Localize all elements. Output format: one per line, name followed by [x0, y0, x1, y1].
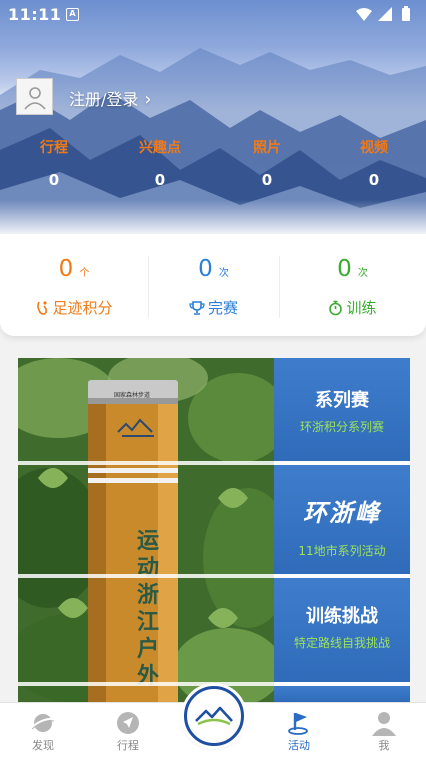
summary-caption: 完赛	[148, 297, 279, 318]
divider	[18, 574, 410, 578]
activity-panel: 运动浙江 户外 国家森林步道 系列赛 环浙积分系列赛 环浙峰 11地市系列活动 …	[18, 358, 410, 702]
user-placeholder-icon	[23, 86, 46, 110]
tile-title: 系列赛	[315, 390, 369, 411]
tile-more[interactable]	[274, 686, 410, 702]
stat-label: 照片	[253, 140, 281, 156]
activity-tiles: 系列赛 环浙积分系列赛 环浙峰 11地市系列活动 训练挑战 特定路线自我挑战	[274, 358, 410, 702]
tile-subtitle: 11地市系列活动	[298, 544, 386, 558]
signal-icon	[378, 7, 392, 21]
summary-training[interactable]: 0次 训练	[279, 234, 426, 336]
notification-icon: A	[66, 8, 79, 21]
profile-stats: 行程 0 兴趣点 0 照片 0 视频 0	[0, 137, 426, 197]
planet-icon	[31, 714, 55, 732]
system-icons	[354, 6, 418, 26]
wifi-icon	[356, 8, 372, 21]
user-icon	[372, 712, 396, 736]
stat-value: 0	[261, 171, 273, 189]
summary-value: 0次	[198, 256, 229, 282]
stat-value: 0	[48, 171, 60, 189]
stat-videos[interactable]: 视频 0	[334, 137, 414, 189]
stat-label: 兴趣点	[139, 140, 181, 156]
tile-series[interactable]: 系列赛 环浙积分系列赛	[274, 358, 410, 461]
tile-training[interactable]: 训练挑战 特定路线自我挑战	[274, 578, 410, 682]
flag-icon	[288, 713, 308, 735]
nav-discover[interactable]: 发现	[13, 709, 73, 753]
tile-huanzhefeng[interactable]: 环浙峰 11地市系列活动	[274, 465, 410, 574]
nav-label: 活动	[288, 739, 310, 752]
summary-caption: 训练	[279, 297, 426, 318]
center-logo-button[interactable]	[184, 686, 244, 746]
tile-title: 训练挑战	[306, 606, 378, 627]
summary-value: 0次	[337, 256, 368, 282]
summary-value: 0个	[58, 256, 90, 282]
stat-trips[interactable]: 行程 0	[14, 137, 94, 189]
tile-title: 环浙峰	[303, 498, 381, 527]
divider	[18, 461, 410, 465]
status-time: 11:11	[8, 5, 62, 24]
nav-label: 发现	[32, 739, 54, 752]
summary-card: 0个 足迹积分 0次 完赛 0次 训练	[0, 234, 426, 336]
stopwatch-icon	[329, 300, 343, 315]
summary-finish[interactable]: 0次 完赛	[148, 234, 279, 336]
mountain-logo-icon	[195, 706, 233, 726]
trail-marker-photo: 运动浙江 户外 国家森林步道	[18, 358, 274, 702]
nav-label: 我	[378, 739, 390, 752]
stat-poi[interactable]: 兴趣点 0	[120, 137, 200, 189]
stat-label: 行程	[40, 140, 68, 156]
chevron-right-icon: ›	[144, 89, 152, 110]
login-label: 注册/登录	[69, 90, 139, 109]
tile-subtitle: 环浙积分系列赛	[299, 420, 384, 434]
nav-activities[interactable]: 活动	[269, 709, 329, 753]
stat-value: 0	[368, 171, 380, 189]
mountain-background	[0, 48, 426, 238]
nav-label: 行程	[117, 739, 139, 752]
plate-text: 国家森林步道	[113, 392, 150, 399]
navigation-arrow-icon	[117, 712, 139, 734]
post-text: 运动浙江 户外	[136, 529, 159, 689]
profile-header: 11:11 A 注册/登录 › 行程 0 兴趣点 0 照片 0 视频 0	[0, 0, 426, 238]
tile-subtitle: 特定路线自我挑战	[293, 636, 390, 650]
nav-trips[interactable]: 行程	[98, 709, 158, 753]
stat-photos[interactable]: 照片 0	[227, 137, 307, 189]
login-link[interactable]: 注册/登录 ›	[69, 86, 152, 110]
battery-icon	[402, 8, 410, 21]
status-bar: 11:11 A	[0, 0, 426, 30]
summary-footprint[interactable]: 0个 足迹积分	[0, 234, 148, 336]
trophy-icon	[189, 300, 205, 315]
footprint-icon	[37, 300, 48, 315]
avatar[interactable]	[16, 78, 53, 115]
stat-value: 0	[154, 171, 166, 189]
stat-label: 视频	[360, 140, 388, 156]
nav-me[interactable]: 我	[354, 709, 414, 753]
summary-caption: 足迹积分	[0, 297, 148, 318]
